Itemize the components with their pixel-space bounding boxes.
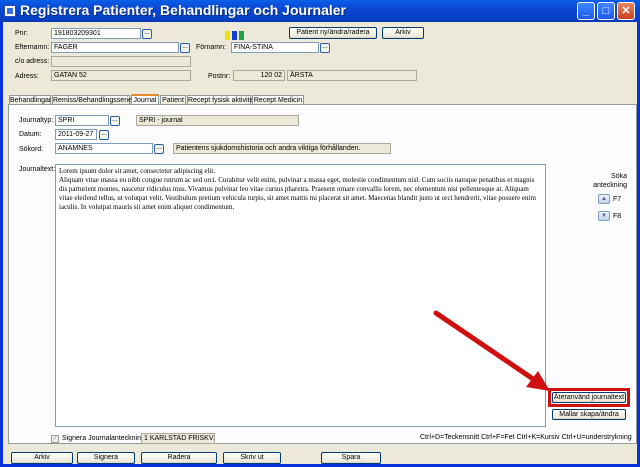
co-field[interactable] (51, 56, 191, 67)
journaltyp-lookup-button[interactable]: ... (110, 116, 120, 126)
journaltyp-field[interactable]: SPRI (55, 115, 109, 126)
flag-green (239, 31, 244, 40)
journaltext-label: Journaltext: (19, 166, 56, 173)
main-window: Registrera Patienter, Behandlingar och J… (0, 0, 640, 467)
ort-field[interactable]: ÅRSTA (287, 70, 417, 81)
close-icon: ✕ (621, 5, 631, 17)
datum-field[interactable]: 2011-09-27 (55, 129, 97, 140)
title-bar[interactable]: Registrera Patienter, Behandlingar och J… (0, 0, 640, 22)
shortcuts-hint: Ctrl+D=Teckensnitt Ctrl+F=Fet Ctrl+K=Kur… (420, 434, 632, 441)
minimize-icon: _ (582, 5, 590, 17)
efternamn-field[interactable]: FAGER (51, 42, 179, 53)
close-button[interactable]: ✕ (617, 2, 635, 20)
sokord-description: Patientens sjukdomshistoria och andra vi… (173, 143, 391, 154)
journal-text-line-1: Lorem ipsum dolor sit amet, consectetur … (59, 167, 216, 175)
datum-picker-button[interactable]: ... (99, 130, 109, 140)
pnr-field[interactable]: 191803209301 (51, 28, 141, 39)
app-icon (4, 5, 16, 17)
signum-field: 1 KARLSTAD FRISKVÅ (141, 433, 215, 444)
flag-yellow (225, 31, 230, 40)
save-button[interactable]: Spara (321, 452, 381, 464)
journaltyp-label: Journaltyp: (19, 117, 54, 124)
prev-note-button[interactable]: ▲ (598, 194, 610, 204)
archive-button[interactable]: Arkiv (11, 452, 73, 464)
adress-label: Adress: (15, 73, 39, 80)
efternamn-label: Efternamn: (15, 44, 50, 51)
annotation-arrow-icon (433, 310, 550, 391)
datum-label: Datum: (19, 131, 42, 138)
f8-label: F8 (613, 213, 622, 220)
maximize-button[interactable]: □ (597, 2, 615, 20)
minimize-button[interactable]: _ (577, 2, 595, 20)
checkmark-icon: ✓ (52, 436, 58, 442)
sokord-field[interactable]: ANAMNES (55, 143, 153, 154)
sokord-label: Sökord: (19, 146, 44, 153)
patient-edit-button[interactable]: Patient ny/ändra/radera (289, 27, 377, 39)
journaltyp-description: SPRI - journal (136, 115, 299, 126)
postnr-field[interactable]: 120 02 (233, 70, 285, 81)
print-button[interactable]: Skriv ut (223, 452, 281, 464)
fornamn-field[interactable]: FINA-STINA (231, 42, 319, 53)
archive-top-button[interactable]: Arkiv (382, 27, 424, 39)
efternamn-lookup-button[interactable]: ... (180, 43, 190, 53)
maximize-icon: □ (602, 5, 610, 17)
flag-blue (232, 31, 237, 40)
next-note-button[interactable]: ▼ (598, 211, 610, 221)
arrow-up-icon: ▲ (601, 196, 607, 202)
fornamn-lookup-button[interactable]: ... (320, 43, 330, 53)
soka-anteckning-label: Söka anteckning (593, 173, 627, 189)
window-title: Registrera Patienter, Behandlingar och J… (20, 2, 346, 18)
signera-checkbox[interactable]: ✓ (51, 435, 59, 443)
arrow-down-icon: ▼ (601, 213, 607, 219)
f7-label: F7 (613, 196, 622, 203)
pnr-lookup-button[interactable]: ... (142, 29, 152, 39)
pnr-label: Pnr: (15, 30, 28, 37)
sign-button[interactable]: Signera (77, 452, 135, 464)
adress-field[interactable]: GATAN 52 (51, 70, 191, 81)
highlight-annotation (548, 388, 630, 407)
templates-button[interactable]: Mallar skapa/ändra (552, 409, 626, 420)
sokord-lookup-button[interactable]: ... (154, 144, 164, 154)
postnr-label: Postnr: (208, 73, 231, 80)
co-label: c/o adress: (15, 58, 50, 65)
fornamn-label: Förnamn: (196, 44, 226, 51)
journal-text-body: Aliquam vitae massa eu nibh congue rutru… (59, 176, 536, 211)
delete-button[interactable]: Radera (141, 452, 217, 464)
